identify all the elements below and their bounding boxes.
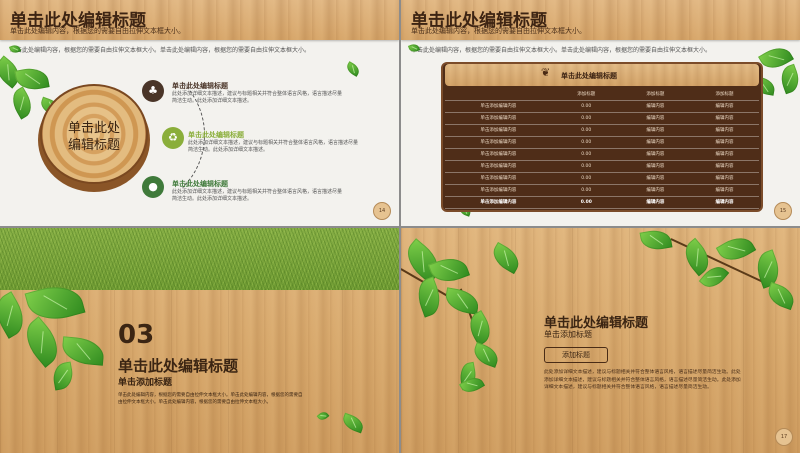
- section-number[interactable]: 03: [118, 320, 154, 350]
- table-row: 单击添加编辑内容 0.00 编辑内容 编辑内容: [445, 160, 759, 173]
- page-number: 17: [775, 428, 793, 446]
- table-row: 单击添加编辑内容 0.00 编辑内容 编辑内容: [445, 124, 759, 137]
- body-text[interactable]: 单击此处编辑内容，根据您的需要自由拉伸文本框大小。单击此处编辑内容，根据您的需要…: [411, 45, 711, 54]
- table-row: 单击添加编辑内容 0.00 编辑内容 编辑内容: [445, 100, 759, 113]
- leaf-icon: [488, 241, 524, 275]
- slide-subtitle[interactable]: 单击此处编辑内容，根据您的需要自由拉伸文本框大小。: [10, 26, 185, 36]
- slide-17[interactable]: 单击此处编辑标题 单击添加标题 添加标题 此处添加详细文本描述，建议与标题相关并…: [401, 228, 800, 453]
- slide-subtitle[interactable]: 单击此处编辑内容，根据您的需要自由拉伸文本框大小。: [411, 26, 586, 36]
- section-subtitle[interactable]: 单击添加标题: [118, 375, 172, 388]
- leaf-icon: [17, 316, 67, 368]
- data-table[interactable]: 添加标题 添加标题 添加标题 单击添加编辑内容 0.00 编辑内容 编辑内容 单击添加…: [445, 88, 759, 209]
- section-title[interactable]: 单击此处编辑标题: [118, 355, 238, 376]
- body-text[interactable]: 单击此处编辑内容，根据您的需要自由拉伸文本框大小。单击此处编辑内容，根据您的需要…: [10, 45, 310, 54]
- leaf-icon: [50, 361, 76, 391]
- slide-section-03[interactable]: 03 单击此处编辑标题 单击添加标题 单击此处编辑内容，根据您的需要自由拉伸文本…: [0, 228, 399, 453]
- body-text[interactable]: 此处添加详细文本描述，建议与标题相关并符合整体语言风格，语言描述尽量简洁生动。此…: [544, 369, 744, 392]
- page-number: 15: [774, 202, 792, 220]
- table-header: 添加标题 添加标题 添加标题: [445, 88, 759, 101]
- leaf-icon: [443, 287, 481, 315]
- add-title-button[interactable]: 添加标题: [544, 347, 608, 363]
- slide-15[interactable]: 单击此处编辑标题 单击此处编辑内容，根据您的需要自由拉伸文本框大小。 单击此处编…: [401, 0, 800, 226]
- table-row: 单击添加编辑内容 0.00 编辑内容 编辑内容: [445, 196, 759, 209]
- leaf-icon: [764, 281, 798, 311]
- slide-14[interactable]: 单击此处编辑标题 单击此处编辑内容，根据您的需要自由拉伸文本框大小。 单击此处编…: [0, 0, 399, 226]
- item-text[interactable]: 此处添加详细文本描述，建议与标题相关并符合整体语言风格，语言描述尽量简洁生动。此…: [172, 91, 342, 105]
- bulb-icon: ●: [142, 176, 164, 198]
- item-text[interactable]: 此处添加详细文本描述，建议与标题相关并符合整体语言风格，语言描述尽量简洁生动。此…: [172, 189, 342, 203]
- item-text[interactable]: 此处添加详细文本描述，建议与标题相关并符合整体语言风格，语言描述尽量简洁生动。此…: [188, 140, 358, 154]
- tree-icon: ♣: [142, 80, 164, 102]
- item-title[interactable]: 单击此处编辑标题: [172, 179, 228, 189]
- table-row: 单击添加编辑内容 0.00 编辑内容 编辑内容: [445, 184, 759, 197]
- board-title[interactable]: 单击此处编辑标题: [561, 71, 617, 81]
- table-row: 单击添加编辑内容 0.00 编辑内容 编辑内容: [445, 112, 759, 125]
- recycle-icon: ♻: [162, 127, 184, 149]
- leaf-icon: [470, 342, 502, 368]
- section-body[interactable]: 单击此处编辑内容，根据您的需要自由拉伸文本框大小。单击此处编辑内容，根据您的需要…: [118, 392, 303, 406]
- leaf-icon: [344, 61, 362, 77]
- page-number: 14: [373, 202, 391, 220]
- table-row: 单击添加编辑内容 0.00 编辑内容 编辑内容: [445, 148, 759, 161]
- leaf-icon: [412, 276, 446, 318]
- leaf-icon: [340, 412, 366, 434]
- item-title[interactable]: 单击此处编辑标题: [188, 130, 244, 140]
- leaf-icon: [639, 228, 673, 253]
- bird-icon: ❦: [541, 66, 551, 79]
- table-row: 单击添加编辑内容 0.00 编辑内容 编辑内容: [445, 172, 759, 185]
- leaf-icon: [751, 249, 785, 289]
- leaf-icon: [7, 86, 37, 120]
- table-row: 单击添加编辑内容 0.00 编辑内容 编辑内容: [445, 136, 759, 149]
- slide-subtitle[interactable]: 单击添加标题: [544, 329, 592, 340]
- grass-strip: [0, 228, 399, 290]
- leaf-icon: [316, 409, 330, 423]
- leaf-icon: [463, 310, 497, 346]
- leaf-icon: [777, 63, 800, 95]
- item-title[interactable]: 单击此处编辑标题: [172, 81, 228, 91]
- stump-label[interactable]: 单击此处 编辑标题: [58, 120, 130, 154]
